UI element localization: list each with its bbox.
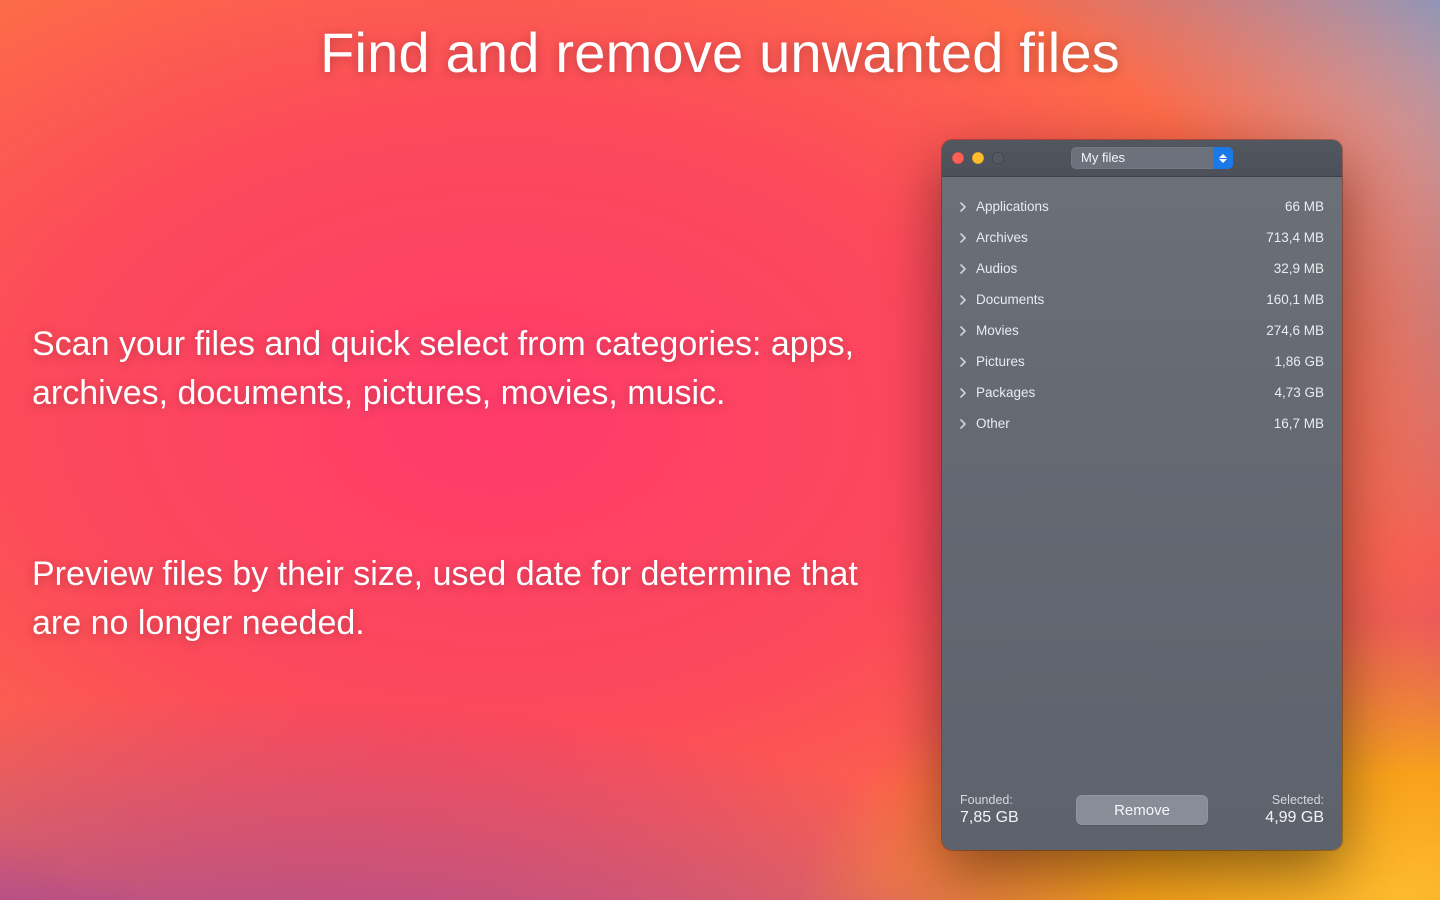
- category-row-applications[interactable]: Applications 66 MB: [942, 191, 1342, 222]
- category-size: 274,6 MB: [1266, 323, 1324, 338]
- category-name: Applications: [976, 199, 1285, 214]
- chevron-right-icon: [956, 357, 970, 367]
- category-size: 1,86 GB: [1274, 354, 1324, 369]
- category-name: Packages: [976, 385, 1274, 400]
- dropdown-indicator-icon: [1213, 147, 1233, 169]
- chevron-right-icon: [956, 233, 970, 243]
- founded-value: 7,85 GB: [960, 809, 1019, 827]
- category-name: Pictures: [976, 354, 1274, 369]
- category-size: 66 MB: [1285, 199, 1324, 214]
- category-list: Applications 66 MB Archives 713,4 MB Aud…: [942, 177, 1342, 439]
- founded-label: Founded:: [960, 793, 1019, 807]
- category-row-movies[interactable]: Movies 274,6 MB: [942, 315, 1342, 346]
- category-row-documents[interactable]: Documents 160,1 MB: [942, 284, 1342, 315]
- marketing-paragraph-2: Preview files by their size, used date f…: [32, 550, 862, 649]
- category-name: Audios: [976, 261, 1274, 276]
- category-size: 713,4 MB: [1266, 230, 1324, 245]
- category-name: Movies: [976, 323, 1266, 338]
- zoom-icon: [992, 152, 1004, 164]
- close-icon[interactable]: [952, 152, 964, 164]
- category-size: 32,9 MB: [1274, 261, 1324, 276]
- chevron-right-icon: [956, 419, 970, 429]
- category-name: Archives: [976, 230, 1266, 245]
- window-titlebar[interactable]: My files: [942, 140, 1342, 177]
- window-footer: Founded: 7,85 GB Remove Selected: 4,99 G…: [942, 780, 1342, 850]
- app-window: My files Applications 66 MB Archives 713…: [942, 140, 1342, 850]
- category-row-packages[interactable]: Packages 4,73 GB: [942, 377, 1342, 408]
- scope-select[interactable]: My files: [1071, 147, 1233, 169]
- selected-value: 4,99 GB: [1265, 809, 1324, 827]
- selected-label: Selected:: [1265, 793, 1324, 807]
- category-name: Other: [976, 416, 1274, 431]
- category-name: Documents: [976, 292, 1266, 307]
- category-size: 4,73 GB: [1274, 385, 1324, 400]
- category-row-other[interactable]: Other 16,7 MB: [942, 408, 1342, 439]
- chevron-right-icon: [956, 295, 970, 305]
- remove-button-label: Remove: [1114, 802, 1170, 819]
- chevron-right-icon: [956, 326, 970, 336]
- chevron-right-icon: [956, 202, 970, 212]
- marketing-headline: Find and remove unwanted files: [0, 20, 1440, 85]
- category-size: 16,7 MB: [1274, 416, 1324, 431]
- scope-select-label: My files: [1071, 147, 1213, 169]
- category-row-pictures[interactable]: Pictures 1,86 GB: [942, 346, 1342, 377]
- minimize-icon[interactable]: [972, 152, 984, 164]
- window-traffic-lights: [952, 152, 1004, 164]
- founded-group: Founded: 7,85 GB: [960, 793, 1019, 827]
- chevron-right-icon: [956, 264, 970, 274]
- category-size: 160,1 MB: [1266, 292, 1324, 307]
- category-row-archives[interactable]: Archives 713,4 MB: [942, 222, 1342, 253]
- selected-group: Selected: 4,99 GB: [1265, 793, 1324, 827]
- chevron-right-icon: [956, 388, 970, 398]
- marketing-paragraph-1: Scan your files and quick select from ca…: [32, 320, 862, 419]
- category-row-audios[interactable]: Audios 32,9 MB: [942, 253, 1342, 284]
- remove-button[interactable]: Remove: [1076, 795, 1208, 825]
